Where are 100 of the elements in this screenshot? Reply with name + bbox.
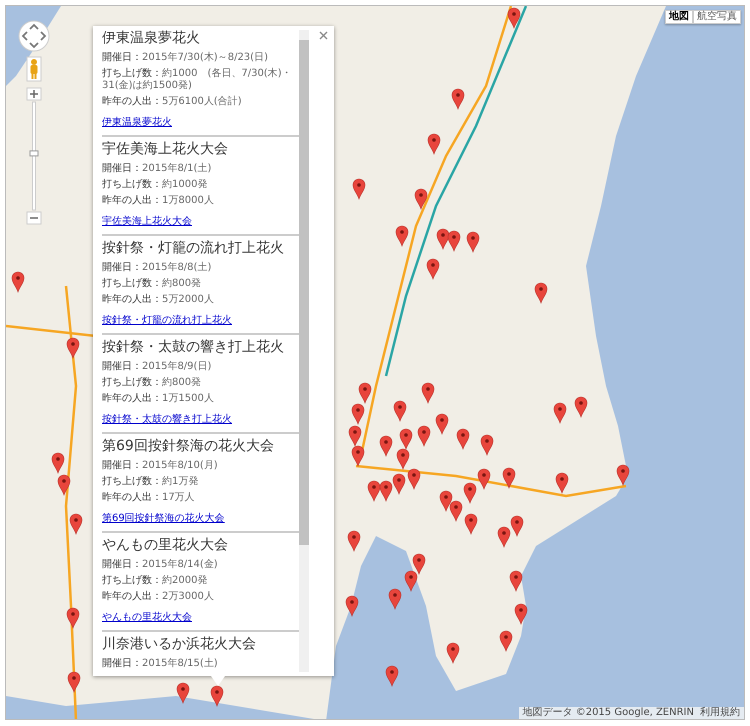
event-detail: 昨年の人出：5万6100人(合計) — [102, 96, 243, 108]
map-pin-icon[interactable] — [556, 472, 568, 494]
map-pin-icon[interactable] — [404, 570, 418, 592]
event-link[interactable]: 按針祭・太鼓の響き打上花火 — [102, 414, 232, 426]
event-title: 按針祭・太鼓の響き打上花火 — [102, 338, 285, 357]
map-pin-icon[interactable] — [348, 530, 360, 552]
scrollbar[interactable] — [299, 30, 309, 672]
map-pin-icon[interactable] — [508, 8, 520, 28]
event-detail: 打ち上げ数：約1万発 — [102, 476, 200, 488]
map-pin-icon[interactable] — [502, 468, 516, 488]
map-pin-icon[interactable] — [428, 134, 440, 154]
event-detail: 開催日：2015年8/8(土) — [102, 262, 212, 274]
map-pin-icon[interactable] — [440, 490, 452, 512]
event-link[interactable]: 宇佐美海上花火大会 — [102, 216, 192, 228]
map-type-button[interactable]: 地図 — [665, 10, 693, 24]
map-pin-icon[interactable] — [422, 382, 434, 404]
event-detail: 昨年の人出：5万2000人 — [102, 294, 215, 306]
event-link[interactable]: 伊東温泉夢花火 — [102, 117, 172, 129]
event-detail: 開催日：2015年8/9(日) — [102, 361, 212, 373]
map-pin-icon[interactable] — [554, 402, 566, 424]
map-pin-icon[interactable] — [456, 428, 470, 450]
pan-control-icon[interactable] — [18, 20, 50, 52]
map-pin-icon[interactable] — [498, 526, 510, 548]
map-pin-icon[interactable] — [368, 480, 380, 502]
map-pin-icon[interactable] — [394, 400, 406, 422]
map-pin-icon[interactable] — [464, 482, 476, 504]
map-pin-icon[interactable] — [348, 426, 362, 446]
map-pin-icon[interactable] — [446, 642, 460, 664]
map-pin-icon[interactable] — [66, 608, 80, 628]
map-pin-icon[interactable] — [386, 666, 398, 686]
map-pin-icon[interactable] — [450, 500, 462, 522]
event-detail: 打ち上げ数：約2000発 — [102, 575, 208, 587]
map-pin-icon[interactable] — [408, 468, 420, 490]
map-pin-icon[interactable] — [448, 230, 460, 252]
map-pin-icon[interactable] — [510, 570, 522, 592]
map-pin-icon[interactable] — [176, 682, 190, 704]
event-detail: 打ち上げ数：約800発 — [102, 377, 202, 389]
event-detail: 打ち上げ数：約800発 — [102, 278, 202, 290]
map-pin-icon[interactable] — [412, 554, 426, 574]
map-pin-icon[interactable] — [510, 516, 524, 536]
map-pin-icon[interactable] — [574, 396, 588, 418]
event-detail: 打ち上げ数：約1000 (各日、7/30(木)・31(金)は約1500発) — [102, 68, 293, 92]
map-pin-icon[interactable] — [68, 672, 80, 692]
map-pin-icon[interactable] — [346, 596, 358, 616]
map-pin-icon[interactable] — [358, 382, 372, 404]
map-pin-icon[interactable] — [380, 480, 392, 502]
map-pin-icon[interactable] — [388, 588, 402, 610]
map-pin-icon[interactable] — [452, 88, 464, 110]
map-pin-icon[interactable] — [400, 428, 412, 450]
map-pin-icon[interactable] — [12, 272, 24, 292]
map-pin-icon[interactable] — [480, 434, 494, 456]
map-type-button[interactable]: 航空写真 — [693, 10, 741, 24]
close-icon[interactable] — [319, 29, 328, 41]
map-pin-icon[interactable] — [414, 188, 428, 210]
map-pin-icon[interactable] — [210, 686, 224, 706]
map-pin-icon[interactable] — [396, 448, 410, 470]
map-pin-icon[interactable] — [436, 228, 450, 250]
map-pin-icon[interactable] — [70, 514, 82, 534]
event-detail: 打ち上げ数：約1000発 — [102, 179, 208, 191]
event-detail: 昨年の人出：2万3000人 — [102, 591, 215, 603]
event-link[interactable]: 按針祭・灯籠の流れ打上花火 — [102, 315, 232, 327]
event-detail: 開催日：2015年8/15(土) — [102, 658, 219, 670]
event-detail: 開催日：2015年7/30(木)～8/23(日) — [102, 52, 269, 64]
event-title: 按針祭・灯籠の流れ打上花火 — [102, 239, 285, 258]
zoom-out-icon[interactable] — [26, 212, 42, 224]
terms-link[interactable]: 利用規約 — [700, 707, 740, 719]
map-pin-icon[interactable] — [616, 464, 630, 486]
map-pin-icon[interactable] — [58, 474, 70, 496]
zoom-slider-thumb[interactable] — [30, 150, 38, 156]
event-title: やんもの里花火大会 — [102, 536, 229, 555]
scrollbar-thumb[interactable] — [299, 40, 309, 545]
event-title: 伊東温泉夢花火 — [102, 29, 201, 48]
zoom-slider-track[interactable] — [30, 102, 38, 210]
map-pin-icon[interactable] — [352, 446, 364, 466]
event-link[interactable]: やんもの里花火大会 — [102, 612, 192, 624]
map-pin-icon[interactable] — [436, 414, 448, 434]
event-link[interactable]: 第69回按針祭海の花火大会 — [102, 513, 225, 525]
map-pin-icon[interactable] — [500, 630, 512, 652]
map-pin-icon[interactable] — [352, 178, 366, 200]
event-detail: 昨年の人出：1万1500人 — [102, 393, 215, 405]
map-pin-icon[interactable] — [392, 474, 406, 494]
event-title: 宇佐美海上花火大会 — [102, 140, 229, 159]
map-pin-icon[interactable] — [464, 514, 478, 534]
map-pin-icon[interactable] — [52, 452, 64, 474]
event-title: 第69回按針祭海の花火大会 — [102, 437, 275, 456]
zoom-in-icon[interactable] — [26, 88, 42, 100]
map-pin-icon[interactable] — [66, 338, 80, 358]
event-detail: 開催日：2015年8/10(月) — [102, 460, 219, 472]
map-pin-icon[interactable] — [514, 604, 528, 624]
map-pin-icon[interactable] — [352, 404, 364, 424]
event-detail: 開催日：2015年8/14(金) — [102, 559, 219, 571]
map-pin-icon[interactable] — [534, 282, 548, 304]
map-pin-icon[interactable] — [380, 436, 392, 456]
event-detail: 昨年の人出：1万8000人 — [102, 195, 215, 207]
map-attribution: 地図データ ©2015 Google, ZENRIN — [522, 707, 694, 719]
map-pin-icon[interactable] — [418, 426, 430, 446]
map-pin-icon[interactable] — [396, 226, 408, 246]
map-pin-icon[interactable] — [478, 468, 490, 490]
map-pin-icon[interactable] — [426, 258, 440, 280]
map-pin-icon[interactable] — [466, 232, 480, 252]
